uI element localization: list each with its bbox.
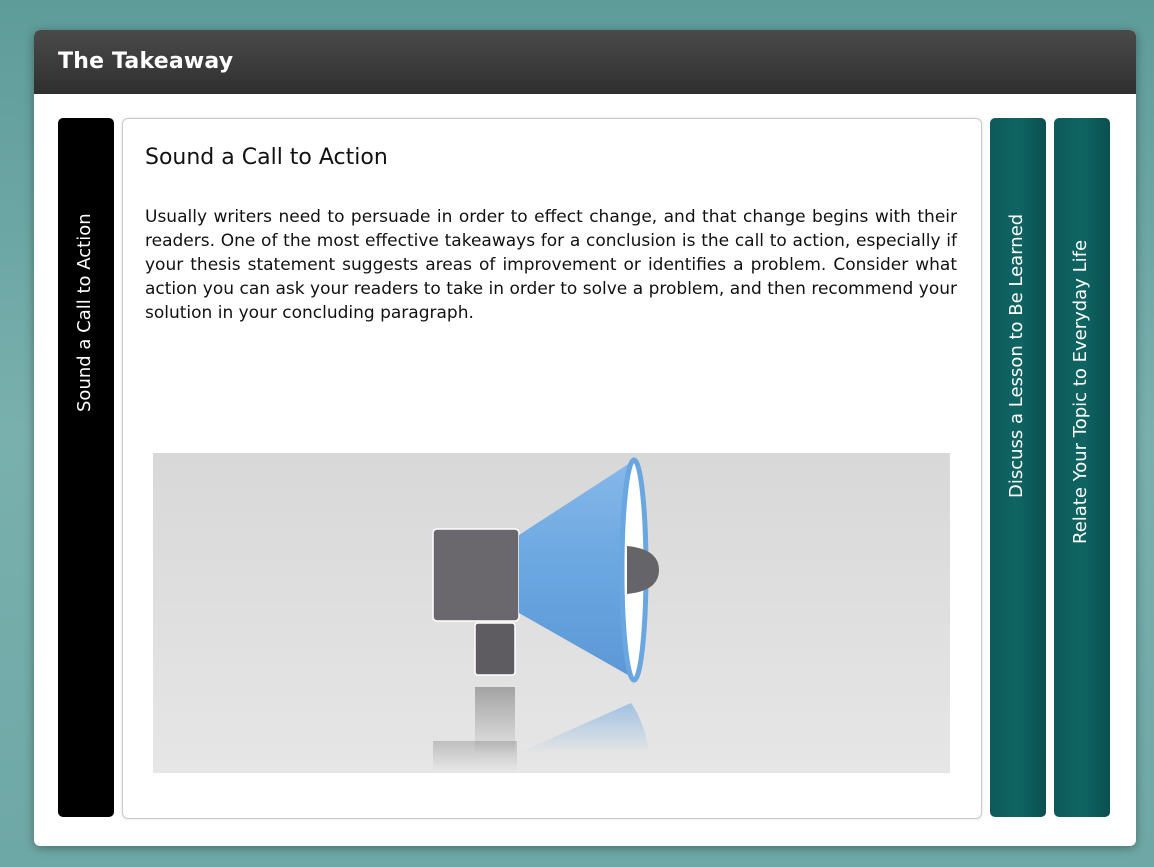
- tab-label: Sound a Call to Action: [74, 213, 95, 412]
- illustration-panel: [153, 453, 950, 773]
- takeaway-window: The Takeaway Sound a Call to Action Soun…: [34, 30, 1136, 846]
- content-body: Usually writers need to persuade in orde…: [145, 207, 957, 323]
- tab-label: Discuss a Lesson to Be Learned: [1006, 213, 1027, 498]
- tab-relate-your-topic-to-everyday-life[interactable]: Relate Your Topic to Everyday Life: [1054, 118, 1110, 817]
- tab-label: Relate Your Topic to Everyday Life: [1070, 239, 1091, 544]
- megaphone-icon: [432, 457, 659, 771]
- tab-sound-a-call-to-action[interactable]: Sound a Call to Action: [58, 118, 114, 817]
- megaphone-reflection: [433, 687, 649, 771]
- tab-discuss-a-lesson-to-be-learned[interactable]: Discuss a Lesson to Be Learned: [990, 118, 1046, 817]
- content-title: Sound a Call to Action: [145, 145, 388, 170]
- content-panel: Sound a Call to Action Usually writers n…: [122, 118, 982, 819]
- window-title: The Takeaway: [58, 49, 234, 74]
- title-bar: The Takeaway: [34, 30, 1136, 94]
